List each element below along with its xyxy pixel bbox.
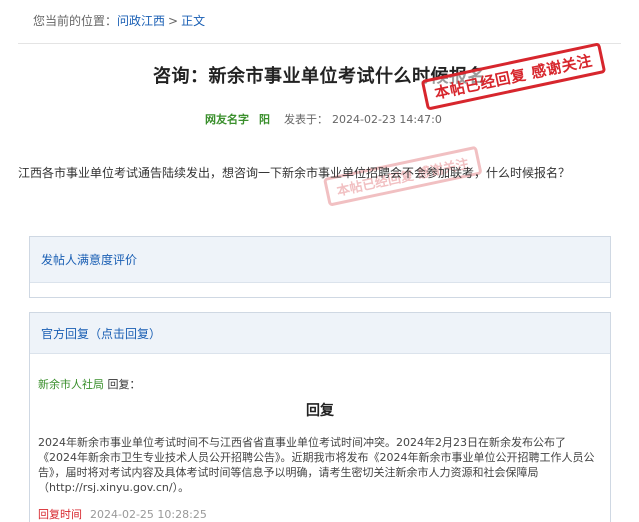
post-author[interactable]: 网友名字阳 (205, 113, 270, 126)
reply-heading: 回复 (306, 403, 334, 419)
replier-suffix: 回复： (107, 378, 141, 391)
breadcrumb-separator: > (168, 14, 179, 28)
breadcrumb: 您当前的位置：问政江西 > 正文 (33, 12, 205, 29)
post-author-name: 网友名字 (205, 113, 249, 126)
post-meta: 网友名字阳 发表于： 2024-02-23 14:47:0 (205, 111, 442, 127)
reply-text: 2024年新余市事业单位考试时间不与江西省省直事业单位考试时间冲突。2024年2… (38, 436, 595, 494)
reply-time-label: 回复时间 (38, 508, 82, 521)
breadcrumb-link-article[interactable]: 正文 (181, 14, 205, 28)
satisfaction-rating-header: 发帖人满意度评价 (30, 237, 610, 283)
official-reply-header[interactable]: 官方回复（点击回复） (30, 313, 610, 354)
official-reply-body: 新余市人社局 回复： 回复 2024年新余市事业单位考试时间不与江西省省直事业单… (30, 376, 610, 522)
posted-date: 2024-02-23 14:47:0 (332, 113, 442, 126)
reply-time-value: 2024-02-25 10:28:25 (90, 508, 207, 521)
post-question: 江西各市事业单位考试通告陆续发出，想咨询一下新余市事业单位招聘会不会参加联考，什… (18, 166, 571, 180)
satisfaction-rating-panel: 发帖人满意度评价 (29, 236, 611, 298)
breadcrumb-divider (18, 43, 621, 44)
post-author-suffix: 阳 (259, 113, 270, 126)
breadcrumb-link-wenzheng[interactable]: 问政江西 (117, 14, 165, 28)
replier-line: 新余市人社局 回复： (38, 376, 602, 392)
posted-label: 发表于： (284, 113, 328, 126)
replier-name[interactable]: 新余市人社局 (38, 378, 104, 391)
official-reply-panel: 官方回复（点击回复） 新余市人社局 回复： 回复 2024年新余市事业单位考试时… (29, 312, 611, 522)
breadcrumb-prefix: 您当前的位置： (33, 14, 118, 28)
reply-time: 回复时间 2024-02-25 10:28:25 (38, 506, 602, 522)
replied-stamp: 本帖已经回复 感谢关注 (420, 42, 606, 111)
